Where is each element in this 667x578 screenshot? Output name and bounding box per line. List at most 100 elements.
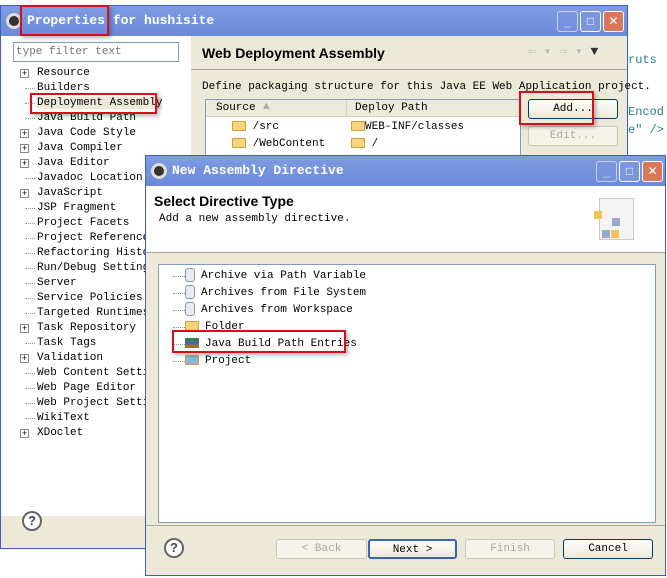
expand-icon[interactable]: + xyxy=(20,324,29,333)
tree-item[interactable]: Javadoc Location xyxy=(23,171,143,186)
expand-icon[interactable]: + xyxy=(20,144,29,153)
column-header-source[interactable]: Source xyxy=(216,102,256,114)
expand-icon[interactable]: + xyxy=(20,429,29,438)
next-button[interactable]: Next > xyxy=(368,539,457,559)
close-button[interactable]: ✕ xyxy=(603,11,624,32)
tree-item-label: XDoclet xyxy=(37,427,84,439)
dialog-title-bar[interactable]: New Assembly Directive xyxy=(146,156,665,186)
editor-text: e" /> xyxy=(628,123,665,137)
expand-icon[interactable]: + xyxy=(20,189,29,198)
tree-item[interactable]: Refactoring Histor xyxy=(23,246,156,261)
filter-input[interactable] xyxy=(13,42,179,62)
dialog-header: Select Directive Type Add a new assembly… xyxy=(146,186,665,253)
tree-connector xyxy=(25,223,35,224)
tree-item[interactable]: + JavaScript xyxy=(20,186,104,201)
tree-item-label: WikiText xyxy=(37,412,90,424)
editor-text: ruts xyxy=(628,53,657,67)
back-button[interactable]: < Back xyxy=(276,539,367,559)
tree-item[interactable]: + Java Compiler xyxy=(20,141,123,156)
table-row[interactable]: /WebContent xyxy=(232,138,325,150)
tree-item[interactable]: Project Facets xyxy=(23,216,129,231)
tree-item[interactable]: Web Page Editor xyxy=(23,381,136,396)
highlight-box xyxy=(30,93,157,114)
expand-icon[interactable]: + xyxy=(20,354,29,363)
tree-item[interactable]: + Resource xyxy=(20,66,90,81)
tree-item-label: Run/Debug Settings xyxy=(37,262,156,274)
tree-connector xyxy=(25,388,35,389)
nav-arrows[interactable]: ⇦ ▾ ⇨ ▾ ▼ xyxy=(528,44,598,59)
tree-item[interactable]: + Java Editor xyxy=(20,156,110,171)
directive-item-label: Project xyxy=(205,355,252,367)
tree-item[interactable]: + Task Repository xyxy=(20,321,136,336)
tree-item[interactable]: Web Content Settin xyxy=(23,366,156,381)
jar-icon xyxy=(185,302,195,317)
tree-item[interactable]: Server xyxy=(23,276,77,291)
tree-item[interactable]: + XDoclet xyxy=(20,426,84,441)
tree-item-label: Web Project Settin xyxy=(37,397,156,409)
tree-item-label: Project Facets xyxy=(37,217,130,229)
maximize-button[interactable]: □ xyxy=(580,11,601,32)
directive-item-label: Archive via Path Variable xyxy=(201,270,367,282)
directive-item[interactable]: Archive via Path Variable xyxy=(173,268,366,285)
folder-icon xyxy=(232,121,246,132)
tree-item-label: Web Content Settin xyxy=(37,367,156,379)
tree-connector xyxy=(25,418,35,419)
folder-icon xyxy=(351,138,365,149)
tree-item[interactable]: Project References xyxy=(23,231,156,246)
minimize-button[interactable]: _ xyxy=(596,161,617,182)
tree-item[interactable]: + Java Code Style xyxy=(20,126,137,141)
highlight-box xyxy=(172,330,346,353)
tree-connector xyxy=(25,283,35,284)
cancel-button[interactable]: Cancel xyxy=(563,539,653,559)
finish-button[interactable]: Finish xyxy=(465,539,555,559)
divider xyxy=(191,69,627,70)
help-icon[interactable]: ? xyxy=(164,538,184,558)
tree-item[interactable]: JSP Fragment xyxy=(23,201,116,216)
edit-button[interactable]: Edit... xyxy=(528,126,618,146)
tree-item[interactable]: Task Tags xyxy=(23,336,96,351)
maximize-button[interactable]: □ xyxy=(619,161,640,182)
tree-item[interactable]: Run/Debug Settings xyxy=(23,261,156,276)
tree-item-label: Task Tags xyxy=(37,337,97,349)
highlight-box xyxy=(20,5,109,36)
folder-icon xyxy=(232,138,246,149)
table-cell: WEB-INF/classes xyxy=(351,121,464,133)
close-button[interactable]: ✕ xyxy=(642,161,663,182)
tree-item-label: Refactoring Histor xyxy=(37,247,156,259)
directive-item-label: Archives from File System xyxy=(201,287,367,299)
dialog-subheading: Add a new assembly directive. xyxy=(159,213,351,225)
minimize-button[interactable]: _ xyxy=(557,11,578,32)
expand-icon[interactable]: + xyxy=(20,129,29,138)
new-assembly-directive-dialog: New Assembly Directive _ □ ✕ Select Dire… xyxy=(145,155,666,576)
wizard-banner-icon xyxy=(594,198,634,240)
divider xyxy=(146,525,665,526)
gear-icon xyxy=(151,163,167,179)
tree-item[interactable]: Service Policies xyxy=(23,291,143,306)
tree-connector xyxy=(25,298,35,299)
directive-item-label: Archives from Workspace xyxy=(201,304,353,316)
directive-item[interactable]: Archives from Workspace xyxy=(173,302,353,319)
tree-item-label: Java Code Style xyxy=(37,127,137,139)
tree-item-label: Javadoc Location xyxy=(37,172,143,184)
tree-connector xyxy=(25,313,35,314)
column-header-deploy-path[interactable]: Deploy Path xyxy=(355,102,428,114)
tree-item-label: Resource xyxy=(37,67,90,79)
expand-icon[interactable]: + xyxy=(20,69,29,78)
highlight-box xyxy=(519,91,594,125)
tree-item[interactable]: WikiText xyxy=(23,411,90,426)
tree-item-label: JavaScript xyxy=(37,187,104,199)
open-folder-icon xyxy=(185,355,199,366)
directive-item[interactable]: Archives from File System xyxy=(173,285,366,302)
expand-icon[interactable]: + xyxy=(20,159,29,168)
tree-item-label: Validation xyxy=(37,352,104,364)
tree-connector xyxy=(25,268,35,269)
tree-connector xyxy=(25,343,35,344)
tree-item[interactable]: Targeted Runtimes xyxy=(23,306,149,321)
tree-item-label: Java Editor xyxy=(37,157,110,169)
tree-item[interactable]: Web Project Settin xyxy=(23,396,156,411)
tree-item-label: Server xyxy=(37,277,77,289)
help-icon[interactable]: ? xyxy=(22,511,42,531)
directive-item[interactable]: Project xyxy=(173,353,251,370)
tree-item[interactable]: + Validation xyxy=(20,351,104,366)
table-row[interactable]: /src xyxy=(232,121,279,133)
